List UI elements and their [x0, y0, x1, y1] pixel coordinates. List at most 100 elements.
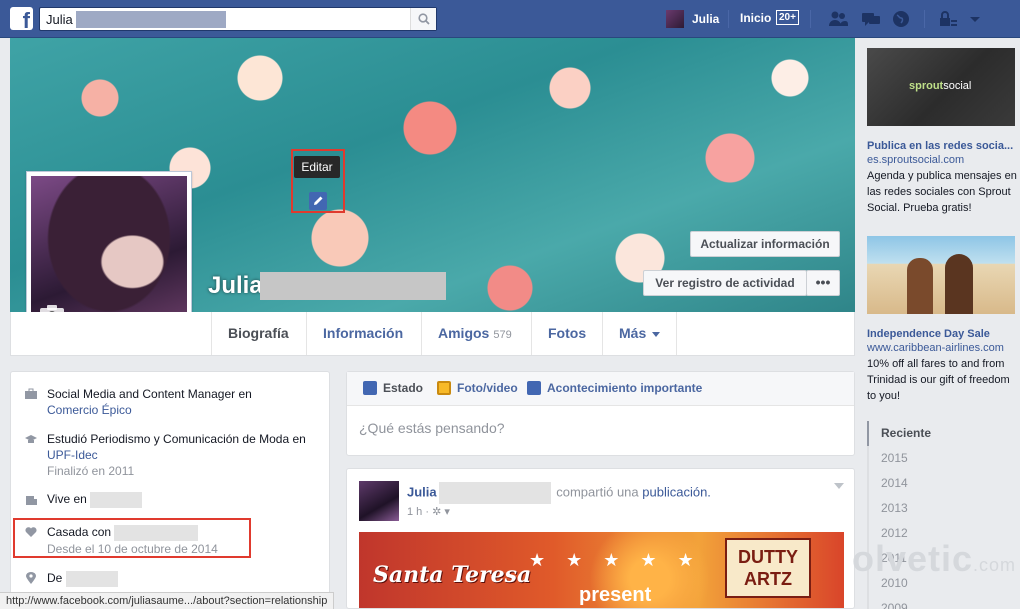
divider — [810, 10, 811, 28]
redaction — [260, 272, 446, 300]
image-text-center: present — [579, 584, 652, 606]
ad-title[interactable]: Publica en las redes socia... — [867, 140, 1019, 152]
timeline-item-recent[interactable]: Reciente — [867, 421, 1020, 446]
edit-relationship-button[interactable] — [309, 192, 327, 210]
post-options-chevron-icon[interactable] — [834, 483, 844, 489]
composer-tab-status[interactable]: Estado — [363, 381, 423, 395]
lives-text: Vive en — [47, 492, 87, 506]
friends-count: 579 — [493, 329, 512, 341]
location-pin-icon — [26, 572, 36, 584]
composer-tabs: Estado Foto/video Acontecimiento importa… — [347, 372, 854, 406]
from-text: De — [47, 571, 63, 585]
top-profile-link[interactable]: Julia — [666, 8, 719, 30]
post-header: Julia compartió una publicación. — [407, 482, 711, 504]
tab-label: Información — [323, 325, 404, 341]
composer-tab-label: Acontecimiento importante — [547, 381, 703, 395]
work-text: Social Media and Content Manager en — [47, 387, 252, 401]
ad-image-caribbean[interactable] — [867, 236, 1015, 314]
brand-a: sprout — [909, 80, 944, 92]
tab-biografia[interactable]: Biografía — [211, 312, 305, 355]
photo-icon — [437, 381, 451, 395]
home-link[interactable]: Inicio — [740, 11, 771, 25]
edit-tooltip: Editar — [294, 156, 340, 178]
ad-title[interactable]: Independence Day Sale — [867, 328, 1019, 340]
tab-mas[interactable]: Más — [602, 312, 678, 355]
messages-icon[interactable] — [861, 10, 881, 28]
ad-image-sproutsocial[interactable]: sproutsocial — [867, 48, 1015, 126]
tab-fotos[interactable]: Fotos — [531, 312, 602, 355]
timeline-item-2015[interactable]: 2015 — [867, 446, 1020, 471]
study-text: Estudió Periodismo y Comunicación de Mod… — [47, 432, 306, 446]
study-link[interactable]: UPF-Idec — [47, 448, 98, 462]
composer-input[interactable]: ¿Qué estás pensando? — [359, 420, 505, 436]
friend-requests-icon[interactable] — [828, 10, 848, 28]
search-input[interactable]: Julia — [39, 7, 437, 31]
stars-decoration: ★ ★ ★ ★ ★ — [529, 550, 702, 570]
composer-tab-label: Estado — [383, 381, 424, 395]
right-column: sproutsocial Publica en las redes socia.… — [866, 38, 1020, 609]
timeline-item-2013[interactable]: 2013 — [867, 496, 1020, 521]
profile-name[interactable]: Julia — [208, 272, 263, 300]
ad-person — [945, 254, 973, 314]
sproutsocial-logo: sproutsocial — [909, 80, 971, 92]
post-time[interactable]: 1 h — [407, 506, 422, 518]
top-bar: f Julia Julia Inicio 20+ — [0, 0, 1020, 38]
ad-url[interactable]: es.sproutsocial.com — [867, 154, 964, 166]
search-value: Julia — [46, 12, 73, 27]
post-author[interactable]: Julia — [407, 484, 437, 499]
search-button[interactable] — [410, 8, 436, 30]
divider — [728, 10, 729, 28]
composer-tab-label: Foto/video — [457, 381, 518, 395]
tab-label: Más — [619, 325, 647, 341]
chevron-down-icon — [652, 331, 661, 337]
tab-amigos[interactable]: Amigos 579 — [421, 312, 528, 355]
ad-url[interactable]: www.caribbean-airlines.com — [867, 342, 1004, 354]
browser-status-bar: http://www.facebook.com/juliasaume.../ab… — [0, 592, 335, 609]
timeline-item-2009[interactable]: 2009 — [867, 596, 1020, 609]
profile-image — [31, 176, 187, 332]
redaction — [76, 11, 226, 28]
ad-description: Agenda y publica mensajes en las redes s… — [867, 170, 1017, 214]
home-icon — [26, 496, 37, 505]
tab-label: Biografía — [228, 325, 289, 341]
audience-gear-icon[interactable]: ✲ ▾ — [432, 506, 450, 518]
briefcase-icon — [25, 388, 37, 399]
privacy-lock-icon[interactable] — [938, 10, 958, 28]
notifications-globe-icon[interactable] — [892, 10, 912, 28]
activity-log-button[interactable]: Ver registro de actividad — [643, 270, 807, 296]
facebook-logo-icon[interactable]: f — [10, 7, 33, 32]
pencil-icon — [363, 381, 377, 395]
redaction — [65, 570, 118, 587]
study-finished: Finalizó en 2011 — [47, 464, 135, 478]
timeline-item-2014[interactable]: 2014 — [867, 471, 1020, 496]
settings-chevron-down-icon[interactable] — [968, 10, 988, 28]
composer-tab-photo[interactable]: Foto/video — [437, 381, 518, 395]
redaction — [90, 491, 143, 508]
work-link[interactable]: Comercio Épico — [47, 403, 132, 417]
ad-person — [907, 258, 933, 314]
tab-label: Amigos — [438, 325, 490, 341]
post-image[interactable]: Santa Teresa ★ ★ ★ ★ ★ present DUTTY ART… — [359, 532, 844, 608]
more-options-button[interactable]: ••• — [806, 270, 840, 296]
composer-tab-life-event[interactable]: Acontecimiento importante — [527, 381, 702, 395]
timeline-years: Reciente 2015 2014 2013 2012 2011 2010 2… — [867, 421, 1020, 609]
redaction — [438, 482, 551, 504]
tab-label: Fotos — [548, 325, 587, 341]
image-text-right: DUTTY ARTZ — [725, 538, 811, 598]
post-composer: Estado Foto/video Acontecimiento importa… — [346, 371, 855, 456]
graduation-cap-icon — [25, 435, 37, 443]
feed-post: Julia compartió una publicación. 1 h · ✲… — [346, 468, 855, 609]
image-text-left: Santa Teresa — [373, 562, 532, 588]
post-shared-text: compartió una — [556, 484, 639, 500]
post-shared-link[interactable]: publicación. — [642, 484, 711, 499]
pencil-icon — [314, 196, 323, 205]
home-badge: 20+ — [776, 10, 799, 25]
avatar[interactable] — [359, 481, 399, 521]
brand-b: social — [943, 80, 972, 92]
tab-informacion[interactable]: Información — [306, 312, 419, 355]
divider — [924, 10, 925, 28]
watermark-tld: .com — [973, 555, 1017, 575]
profile-tabs: Biografía Información Amigos 579 Fotos Má… — [10, 312, 855, 356]
post-meta: 1 h · ✲ ▾ — [407, 506, 450, 518]
update-info-button[interactable]: Actualizar información — [690, 231, 840, 257]
